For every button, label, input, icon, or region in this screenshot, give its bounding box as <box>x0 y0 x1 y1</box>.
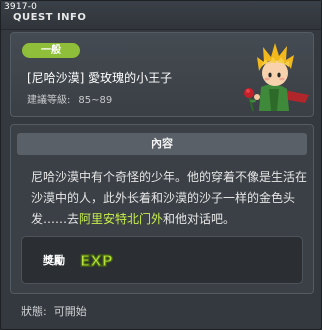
category-badge: 一般 <box>22 43 80 58</box>
level-label: 建議等級: <box>27 95 71 106</box>
exp-icon[interactable]: EXP <box>79 250 113 270</box>
status-row: 狀態: 可開始 <box>21 303 87 319</box>
quest-info-window: 3917-0 QUEST INFO 一般 [尼哈沙漠] 愛玫瑰的小王子 建議等級… <box>0 0 322 330</box>
recommended-level: 建議等級: 85~89 <box>27 91 112 106</box>
level-range: 85~89 <box>78 95 113 106</box>
reward-label: 獎勵 <box>43 254 65 267</box>
quest-description: 尼哈沙漠中有个奇怪的少年。他的穿着不像是生活在沙漠中的人，此外长着和沙漠的沙子一… <box>31 167 309 230</box>
status-label: 狀態: <box>21 305 47 318</box>
little-prince-portrait <box>244 43 309 112</box>
desc-location-link: 阿里安特北门外 <box>79 212 164 226</box>
exp-icon-text: EXP <box>80 252 113 270</box>
content-panel: 內容 尼哈沙漠中有个奇怪的少年。他的穿着不像是生活在沙漠中的人，此外长着和沙漠的… <box>10 124 314 294</box>
quest-header-panel: 一般 [尼哈沙漠] 愛玫瑰的小王子 建議等級: 85~89 <box>10 32 314 117</box>
quest-id: 3917-0 <box>4 2 38 12</box>
desc-text-end: 和他对话吧。 <box>163 212 236 226</box>
quest-title: [尼哈沙漠] 愛玫瑰的小王子 <box>27 71 173 85</box>
window-title: QUEST INFO <box>13 12 87 23</box>
status-value: 可開始 <box>53 305 87 318</box>
content-header: 內容 <box>17 133 307 155</box>
reward-box: 獎勵 EXP <box>21 236 303 284</box>
